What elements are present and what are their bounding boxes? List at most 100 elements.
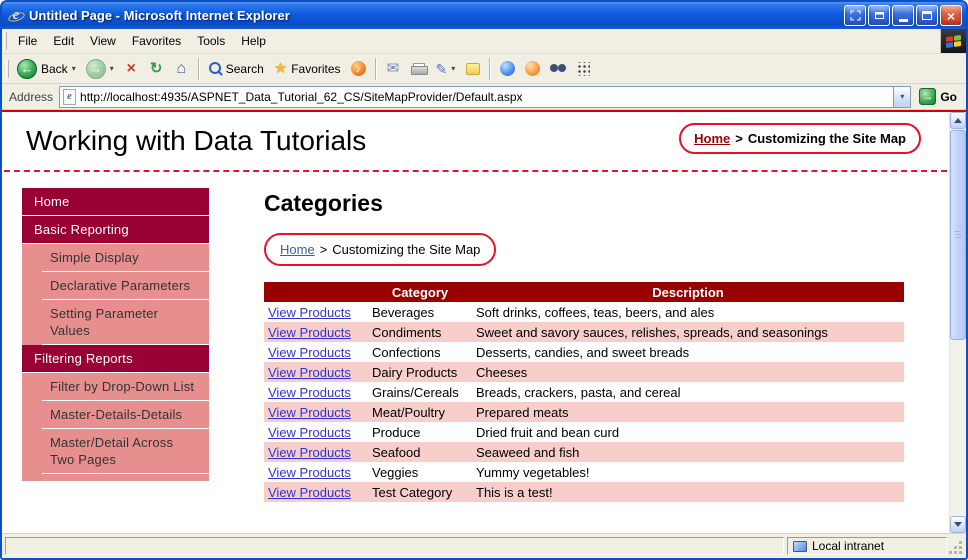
fullscreen-button[interactable]: [844, 5, 866, 26]
messenger-button[interactable]: [495, 57, 520, 81]
messenger-icon: [500, 61, 516, 76]
msn-button[interactable]: [520, 57, 545, 81]
window-title: Untitled Page - Microsoft Internet Explo…: [29, 8, 290, 23]
content-breadcrumb-current: Customizing the Site Map: [332, 242, 481, 257]
sidebar-item[interactable]: Declarative Parameters: [22, 272, 209, 300]
sidebar-item-label: Setting Parameter Values: [42, 300, 209, 345]
content-breadcrumb-home-link[interactable]: Home: [280, 242, 315, 257]
forward-button[interactable]: → ▾: [81, 57, 119, 81]
back-dropdown-chevron[interactable]: ▾: [72, 64, 76, 73]
scrollbar-thumb[interactable]: [950, 130, 966, 340]
menu-item[interactable]: Help: [233, 29, 274, 53]
refresh-button[interactable]: ↻: [144, 57, 169, 81]
sidebar-indent-rail: [22, 244, 42, 272]
media-icon: ♪: [350, 61, 366, 76]
table-header-row: Category Description: [264, 282, 904, 302]
sidebar-item[interactable]: Master-Details-Details: [22, 401, 209, 429]
address-input-box[interactable]: e ▾: [59, 85, 912, 108]
description-cell: Breads, crackers, pasta, and cereal: [476, 384, 681, 400]
menubar-grip[interactable]: [4, 32, 7, 50]
view-products-link[interactable]: View Products: [268, 485, 351, 500]
window-icon: [874, 12, 884, 19]
sidebar-item-label: Master-Details-Details: [42, 401, 209, 429]
description-cell: Desserts, candies, and sweet breads: [476, 344, 690, 360]
menu-item[interactable]: Tools: [189, 29, 233, 53]
toolbar-separator: [197, 57, 200, 80]
description-cell: Seaweed and fish: [476, 444, 580, 460]
search-button[interactable]: Search: [204, 60, 269, 78]
address-dropdown-button[interactable]: ▾: [893, 86, 911, 107]
sidebar-item[interactable]: Master/Detail Across Two Pages: [22, 429, 209, 474]
table-row: View Products Confections Desserts, cand…: [264, 342, 904, 362]
intranet-zone-icon: [793, 540, 807, 552]
media-button[interactable]: ♪: [346, 57, 371, 81]
description-cell: Sweet and savory sauces, relishes, sprea…: [476, 324, 828, 340]
view-products-link[interactable]: View Products: [268, 305, 351, 320]
home-icon: ⌂: [176, 59, 187, 77]
title-bar[interactable]: e Untitled Page - Microsoft Internet Exp…: [2, 2, 966, 29]
msn-icon: [525, 61, 541, 76]
address-input[interactable]: [80, 86, 890, 107]
sidebar-item[interactable]: Filter by Drop-Down List: [22, 373, 209, 401]
scroll-up-button[interactable]: [950, 112, 966, 129]
discuss-button[interactable]: [460, 57, 485, 81]
edit-button[interactable]: ✎ ▾: [431, 60, 461, 78]
favorites-button[interactable]: ★ Favorites: [269, 59, 346, 78]
toolbar-grip[interactable]: [6, 59, 9, 78]
scroll-down-button[interactable]: [950, 516, 966, 533]
view-products-link[interactable]: View Products: [268, 405, 351, 420]
forward-dropdown-chevron[interactable]: ▾: [110, 64, 114, 73]
mail-button[interactable]: ✉: [381, 57, 406, 81]
address-label: Address: [9, 89, 54, 104]
menu-item[interactable]: Favorites: [124, 29, 189, 53]
back-button[interactable]: ← Back ▾: [12, 57, 81, 81]
table-row: View Products Seafood Seaweed and fish: [264, 442, 904, 462]
header-breadcrumb-home-link[interactable]: Home: [694, 131, 730, 146]
stop-icon: ×: [126, 59, 136, 77]
scrollbar-track[interactable]: [950, 129, 966, 516]
menu-item[interactable]: View: [82, 29, 124, 53]
sidebar-item[interactable]: Basic Reporting: [22, 216, 209, 244]
view-products-link[interactable]: View Products: [268, 425, 351, 440]
view-products-link[interactable]: View Products: [268, 385, 351, 400]
maximize-button[interactable]: [916, 5, 938, 26]
category-cell: Meat/Poultry: [372, 404, 445, 420]
sidebar-item[interactable]: Home: [22, 188, 209, 216]
sidebar-item-label: Filtering Reports: [22, 345, 209, 373]
search-label: Search: [225, 61, 264, 76]
view-products-link[interactable]: View Products: [268, 465, 351, 480]
main-content: Categories Home > Customizing the Site M…: [264, 188, 904, 502]
go-button[interactable]: → Go: [917, 88, 961, 105]
stop-button[interactable]: ×: [119, 57, 144, 81]
menu-item[interactable]: File: [10, 29, 45, 53]
category-cell: Confections: [372, 344, 441, 360]
research-button[interactable]: [545, 57, 570, 81]
sidebar-item[interactable]: Simple Display: [22, 244, 209, 272]
view-products-link[interactable]: View Products: [268, 345, 351, 360]
close-button[interactable]: ×: [940, 5, 962, 26]
status-bar: Local intranet: [2, 533, 966, 558]
resize-grip[interactable]: [950, 537, 963, 555]
page-icon: e: [63, 88, 77, 105]
content-heading: Categories: [264, 190, 383, 216]
sidebar-item[interactable]: Filtering Reports: [22, 345, 209, 373]
view-products-link[interactable]: View Products: [268, 445, 351, 460]
sidebar-item[interactable]: Setting Parameter Values: [22, 300, 209, 345]
sidebar-item-label: Home: [22, 188, 209, 216]
view-products-link[interactable]: View Products: [268, 325, 351, 340]
sidebar-menu: Home Basic Reporting Simple Display Decl…: [22, 188, 209, 474]
window-mode-button[interactable]: [868, 5, 890, 26]
menu-item[interactable]: Edit: [45, 29, 82, 53]
column-header-empty: [264, 282, 368, 302]
view-products-link[interactable]: View Products: [268, 365, 351, 380]
table-row: View Products Test Category This is a te…: [264, 482, 904, 502]
status-main-panel: [5, 537, 784, 555]
home-button[interactable]: ⌂: [169, 57, 194, 81]
minimize-button[interactable]: [892, 5, 914, 26]
print-button[interactable]: [406, 57, 431, 81]
back-icon: ←: [17, 58, 37, 79]
vertical-scrollbar[interactable]: [949, 112, 966, 533]
quick-links-button[interactable]: [570, 57, 595, 81]
edit-dropdown-chevron[interactable]: ▾: [451, 64, 455, 73]
status-zone-panel: Local intranet: [787, 537, 947, 555]
